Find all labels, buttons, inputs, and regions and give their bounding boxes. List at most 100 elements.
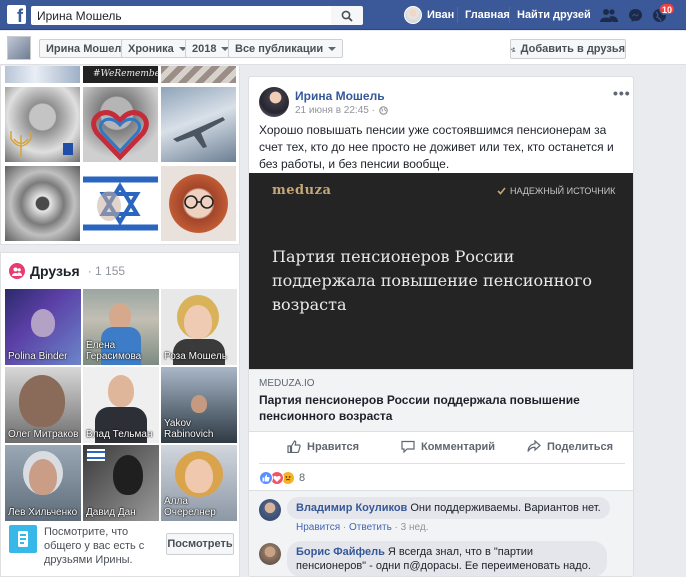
photo-thumbnail[interactable]: #WeRemember <box>83 66 164 83</box>
user-avatar[interactable] <box>404 6 422 24</box>
post-text: Хорошо повышать пенсии уже состоявшимся … <box>259 123 614 171</box>
crumb-label: Все публикации <box>235 42 324 55</box>
friend-name: Олег Митраков <box>8 429 79 440</box>
photo-thumbnail[interactable] <box>5 87 80 162</box>
friend-name: Лев Хильченко <box>8 507 78 518</box>
search-button[interactable] <box>331 6 363 25</box>
timeline-navigation-bar: Ирина Мошель Хроника 2018 Все публикации… <box>0 31 686 65</box>
comment-button[interactable]: Комментарий <box>401 440 495 453</box>
friend-photo <box>31 309 55 337</box>
trusted-source-badge: НАДЕЖНЫЙ ИСТОЧНИК <box>497 186 615 196</box>
friend-tile[interactable]: Лев Хильченко <box>5 445 81 521</box>
photo-thumbnail[interactable] <box>161 66 236 83</box>
friend-face <box>29 459 57 495</box>
like-button[interactable]: Нравится <box>287 440 359 453</box>
friend-name: Влад Тельман <box>86 429 153 440</box>
photo-thumbnail[interactable] <box>161 87 236 162</box>
see-mutual-button[interactable]: Посмотреть <box>166 533 234 555</box>
thumbs-up-icon <box>287 440 301 453</box>
meduza-logo: meduza <box>272 183 332 198</box>
reactions-summary[interactable]: 8 <box>259 469 305 487</box>
comments-section: Владимир Коуликов Они поддерживаемы. Вари… <box>249 490 633 576</box>
post-timestamp[interactable]: 21 июня в 22:45 · <box>295 105 388 116</box>
menorah-icon <box>10 131 73 157</box>
add-friend-label: Добавить в друзья <box>520 43 625 55</box>
friend-tile[interactable]: Олег Митраков <box>5 367 81 443</box>
checkmark-icon <box>497 187 506 195</box>
comment-reply-link[interactable]: Ответить <box>349 522 392 533</box>
glasses-icon <box>184 195 214 209</box>
comment-text: Они поддерживаемы. Вариантов нет. <box>410 502 601 514</box>
add-friend-button[interactable]: Добавить в друзья <box>510 39 626 59</box>
search-input[interactable] <box>31 6 331 25</box>
home-link[interactable]: Главная <box>465 9 510 21</box>
photo-thumbnail[interactable] <box>83 166 158 241</box>
mutual-friends-prompt: Посмотрите, что общего у вас есть с друз… <box>9 523 234 573</box>
comment-age: 3 нед. <box>400 522 429 533</box>
comment-actions: Нравится · Ответить · 3 нед. <box>296 522 429 533</box>
commenter-avatar[interactable] <box>259 499 281 521</box>
comment-label: Комментарий <box>421 440 496 453</box>
friend-photo <box>109 303 131 329</box>
author-avatar[interactable] <box>259 87 289 117</box>
friends-icon <box>600 9 618 22</box>
link-domain: MEDUZA.IO <box>259 378 315 389</box>
friend-tile[interactable]: Елена Герасимова <box>83 289 159 365</box>
friend-tile[interactable]: Yakov Rabinovich <box>161 367 237 443</box>
link-preview-details[interactable]: MEDUZA.IO Партия пенсионеров России подд… <box>249 369 633 432</box>
photos-panel: #WeRemember <box>0 66 240 245</box>
profile-thumbnail[interactable] <box>7 36 31 60</box>
comment-like-link[interactable]: Нравится <box>296 522 340 533</box>
globe-icon <box>379 106 388 115</box>
friend-tile[interactable]: Алла Очерелнер <box>161 445 237 521</box>
profile-link[interactable]: Иван <box>427 9 454 21</box>
notification-count-badge: 10 <box>659 3 676 15</box>
messenger-icon <box>628 8 642 22</box>
card-headline: Партия пенсионеров России поддержала пов… <box>272 247 593 314</box>
comment-icon <box>401 440 415 453</box>
star-of-david-icon <box>97 182 141 226</box>
post-filter-dropdown[interactable]: Все публикации <box>228 39 344 58</box>
post-card: Ирина Мошель 21 июня в 22:45 · ••• Хорош… <box>248 76 634 577</box>
search-icon <box>341 10 353 22</box>
link-preview-image[interactable]: meduza НАДЕЖНЫЙ ИСТОЧНИК Партия пенсионе… <box>249 173 633 369</box>
comment-author[interactable]: Владимир Коуликов <box>296 502 407 514</box>
link-title: Партия пенсионеров России поддержала пов… <box>259 393 580 423</box>
post-options-icon[interactable]: ••• <box>613 85 631 101</box>
like-label: Нравится <box>307 440 360 453</box>
friends-header[interactable]: Друзья · 1 155 <box>9 263 125 279</box>
timeline-dropdown[interactable]: Хроника <box>121 39 194 58</box>
crumb-label: Ирина Мошель <box>46 42 129 55</box>
friend-photo <box>191 395 207 413</box>
share-button[interactable]: Поделиться <box>527 440 613 453</box>
messages-button[interactable] <box>626 7 644 23</box>
trusted-source-label: НАДЕЖНЫЙ ИСТОЧНИК <box>510 186 616 196</box>
friend-tile[interactable]: Polina Binder <box>5 289 81 365</box>
find-friends-link[interactable]: Найти друзей <box>517 9 591 21</box>
photo-thumbnail[interactable] <box>5 66 80 83</box>
divider <box>457 7 458 23</box>
airplane-icon <box>173 117 225 148</box>
photo-caption: #WeRemember <box>93 69 165 79</box>
photo-thumbnail[interactable] <box>5 166 80 241</box>
share-icon <box>527 440 541 452</box>
commenter-avatar[interactable] <box>259 543 281 565</box>
friend-photo <box>19 375 65 427</box>
photo-thumbnail[interactable] <box>83 87 158 162</box>
friend-tile[interactable]: Влад Тельман <box>83 367 159 443</box>
friend-face <box>184 305 212 339</box>
photo-thumbnail[interactable] <box>161 166 236 241</box>
post-author[interactable]: Ирина Мошель <box>295 89 385 103</box>
friend-tile[interactable]: Роза Мошель <box>161 289 237 365</box>
friend-name: Давид Дан <box>86 507 136 518</box>
comment-author[interactable]: Борис Файфель <box>296 546 385 558</box>
like-reaction-icon <box>259 471 273 485</box>
friend-tile[interactable]: Давид Дан <box>83 445 159 521</box>
facebook-logo[interactable]: f <box>7 5 26 24</box>
friend-requests-button[interactable] <box>600 7 618 23</box>
divider <box>509 7 510 23</box>
crumb-label: Хроника <box>128 42 174 55</box>
heart-icon <box>91 110 149 161</box>
friend-name: Роза Мошель <box>164 351 227 362</box>
flag-icon <box>87 449 105 461</box>
